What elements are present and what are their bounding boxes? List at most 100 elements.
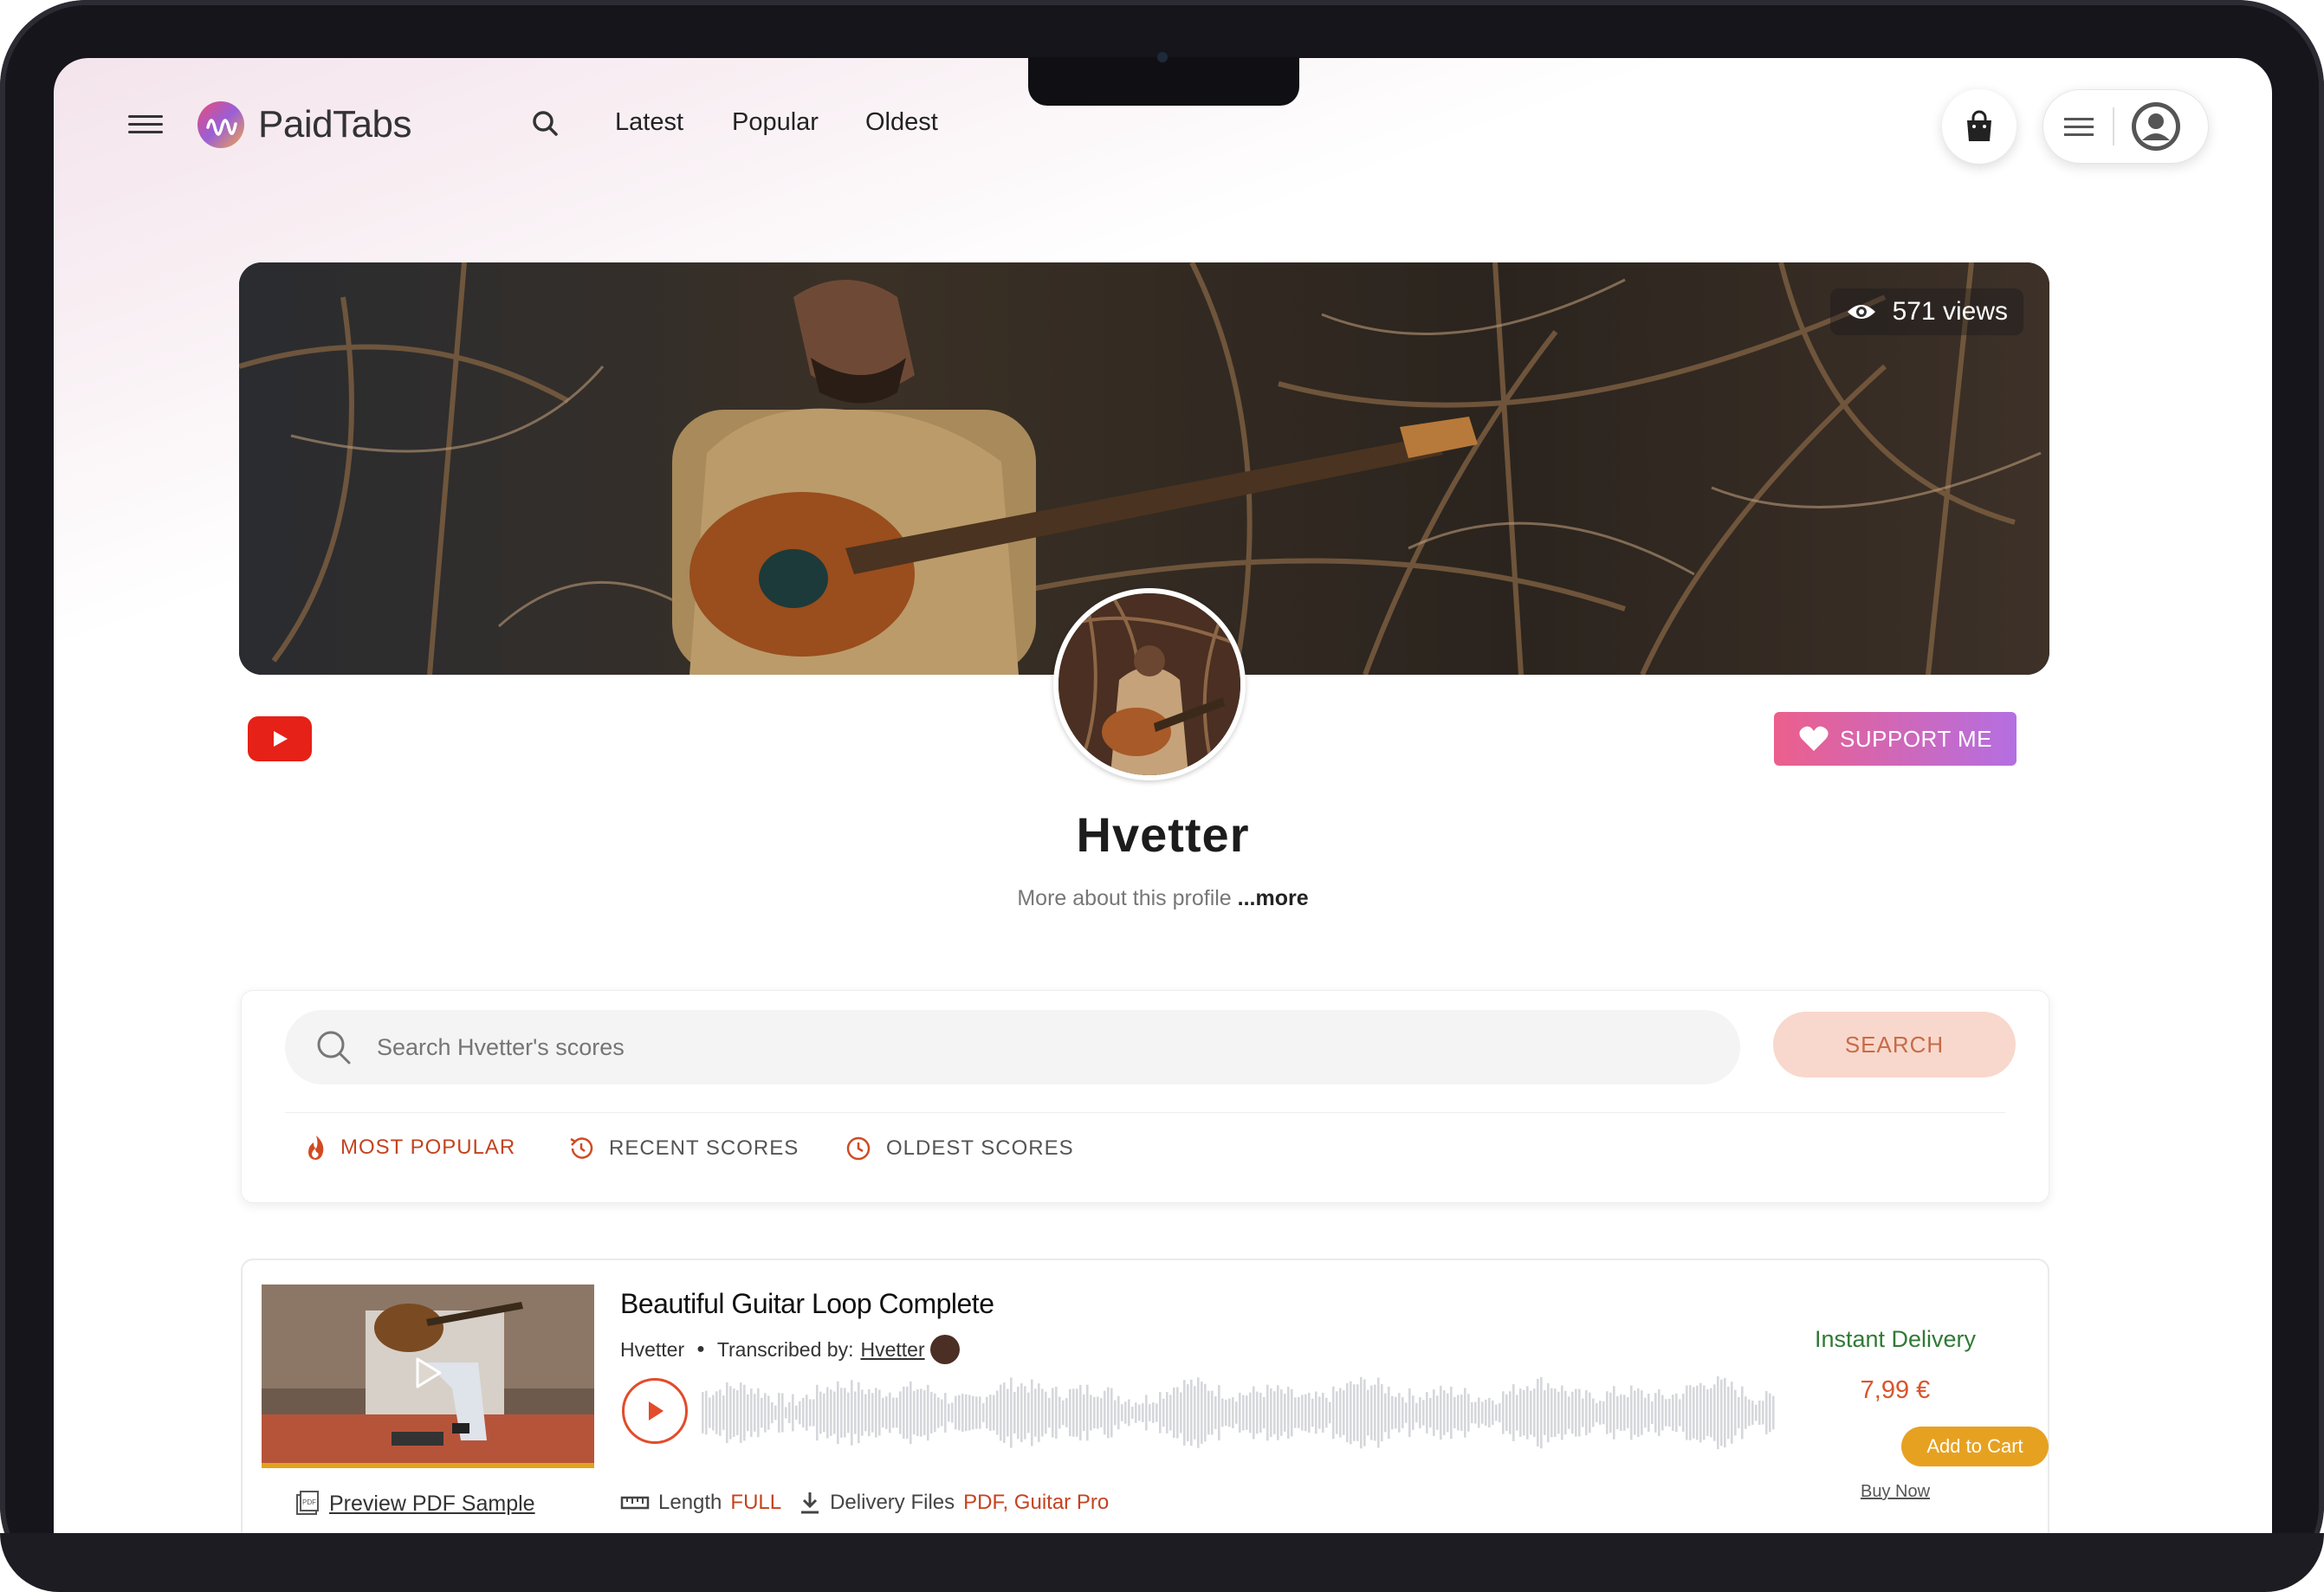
account-menu-button[interactable] xyxy=(2042,89,2209,164)
waveform-bar xyxy=(1121,1404,1123,1421)
waveform-bar xyxy=(1013,1392,1016,1433)
waveform-bar xyxy=(1298,1397,1300,1428)
cart-button[interactable] xyxy=(1942,89,2017,164)
waveform-bar xyxy=(1159,1392,1162,1433)
play-icon xyxy=(649,1401,664,1421)
audio-play-button[interactable] xyxy=(622,1378,688,1444)
waveform-bar xyxy=(958,1395,961,1431)
profile-more: More about this profile ...more xyxy=(54,886,2272,911)
waveform-bar xyxy=(916,1389,919,1436)
score-title[interactable]: Beautiful Guitar Loop Complete xyxy=(620,1288,994,1320)
waveform-bar xyxy=(1107,1387,1110,1439)
waveform-bar xyxy=(1062,1400,1065,1426)
waveform-bar xyxy=(1464,1388,1466,1438)
waveform-bar xyxy=(1509,1391,1512,1434)
waveform-bar xyxy=(1100,1398,1103,1427)
waveform-bar xyxy=(930,1392,933,1433)
waveform-bar xyxy=(1031,1379,1033,1446)
support-me-button[interactable]: SUPPORT ME xyxy=(1774,712,2017,766)
waveform-bar xyxy=(1280,1389,1283,1436)
waveform-bar xyxy=(1453,1397,1456,1428)
waveform-bar xyxy=(1727,1386,1730,1440)
waveform-bar xyxy=(1599,1401,1602,1425)
waveform-bar xyxy=(1270,1388,1272,1438)
hamburger-icon xyxy=(2064,113,2094,141)
add-to-cart-button[interactable]: Add to Cart xyxy=(1901,1427,2049,1466)
waveform-bar xyxy=(702,1392,704,1433)
price: 7,99 € xyxy=(1860,1376,1931,1404)
waveform-bar xyxy=(1218,1385,1220,1440)
more-link[interactable]: ...more xyxy=(1238,886,1309,910)
search-icon[interactable] xyxy=(528,107,563,141)
waveform-bar xyxy=(1135,1402,1137,1423)
waveform-bar xyxy=(754,1394,756,1432)
waveform-bar xyxy=(1142,1403,1144,1422)
transcriber-link[interactable]: Hvetter xyxy=(860,1338,924,1362)
score-artist[interactable]: Hvetter xyxy=(620,1338,684,1362)
nav-popular[interactable]: Popular xyxy=(732,108,819,137)
waveform-bar xyxy=(1318,1396,1321,1429)
logo[interactable]: PaidTabs xyxy=(197,101,412,148)
waveform-bar xyxy=(1083,1394,1085,1432)
waveform-bar xyxy=(1557,1391,1560,1434)
waveform-bar xyxy=(910,1381,912,1445)
shopping-bag-icon xyxy=(1967,110,1991,141)
waveform-bar xyxy=(1474,1401,1477,1424)
waveform-bar xyxy=(1398,1393,1401,1433)
waveform-bar xyxy=(1232,1397,1234,1428)
waveform-bar xyxy=(709,1397,711,1428)
score-thumbnail[interactable] xyxy=(262,1285,594,1468)
length-value: FULL xyxy=(730,1491,782,1514)
waveform-bar xyxy=(1104,1390,1106,1435)
waveform-bar xyxy=(1145,1395,1148,1431)
tab-recent-scores[interactable]: RECENT SCORES xyxy=(567,1135,799,1162)
waveform-bar xyxy=(1644,1397,1647,1428)
waveform-bar xyxy=(1519,1388,1522,1437)
waveform-bar xyxy=(1211,1390,1214,1435)
waveform-bar xyxy=(1221,1398,1224,1427)
waveform-bar xyxy=(1024,1386,1026,1440)
waveform-bar xyxy=(1478,1397,1480,1428)
buy-now-link[interactable]: Buy Now xyxy=(1765,1482,2025,1502)
search-button[interactable]: SEARCH xyxy=(1773,1012,2016,1078)
waveform-bar xyxy=(847,1392,850,1433)
waveform-bar xyxy=(1661,1395,1664,1431)
waveform-bar xyxy=(1308,1392,1311,1433)
waveform-bar xyxy=(1311,1398,1314,1427)
search-box[interactable] xyxy=(285,1010,1740,1084)
waveform-bar xyxy=(1433,1389,1435,1436)
pdf-icon: PDF xyxy=(296,1491,319,1515)
tab-oldest-scores[interactable]: OLDEST SCORES xyxy=(845,1135,1074,1162)
waveform-bar xyxy=(1228,1398,1231,1427)
nav-oldest[interactable]: Oldest xyxy=(865,108,938,137)
nav-latest[interactable]: Latest xyxy=(615,108,683,137)
waveform-bar xyxy=(1038,1383,1040,1442)
audio-waveform[interactable] xyxy=(702,1371,1776,1454)
waveform-bar xyxy=(1471,1401,1473,1424)
waveform-bar xyxy=(733,1388,735,1437)
fire-icon xyxy=(308,1136,324,1160)
waveform-bar xyxy=(1693,1387,1695,1439)
preview-pdf-link[interactable]: PDF Preview PDF Sample xyxy=(295,1491,535,1517)
waveform-bar xyxy=(1315,1391,1317,1434)
play-icon[interactable] xyxy=(409,1354,447,1392)
waveform-bar xyxy=(1239,1392,1241,1433)
waveform-bar xyxy=(1301,1395,1304,1431)
support-me-label: SUPPORT ME xyxy=(1840,725,1992,752)
menu-icon[interactable] xyxy=(128,110,163,141)
waveform-bar xyxy=(1627,1397,1629,1428)
svg-text:PDF: PDF xyxy=(302,1498,316,1506)
waveform-bar xyxy=(1467,1394,1470,1432)
waveform-bar xyxy=(1097,1396,1099,1429)
waveform-bar xyxy=(712,1395,715,1431)
waveform-bar xyxy=(1738,1397,1740,1428)
waveform-bar xyxy=(726,1382,728,1444)
waveform-bar xyxy=(1027,1392,1030,1433)
tab-most-popular[interactable]: MOST POPULAR xyxy=(306,1135,515,1161)
search-input[interactable] xyxy=(377,1033,1676,1061)
youtube-link[interactable] xyxy=(248,716,312,761)
waveform-bar xyxy=(1689,1385,1692,1440)
waveform-bar xyxy=(923,1390,926,1435)
waveform-bar xyxy=(1000,1384,1002,1441)
waveform-bar xyxy=(1651,1401,1654,1425)
